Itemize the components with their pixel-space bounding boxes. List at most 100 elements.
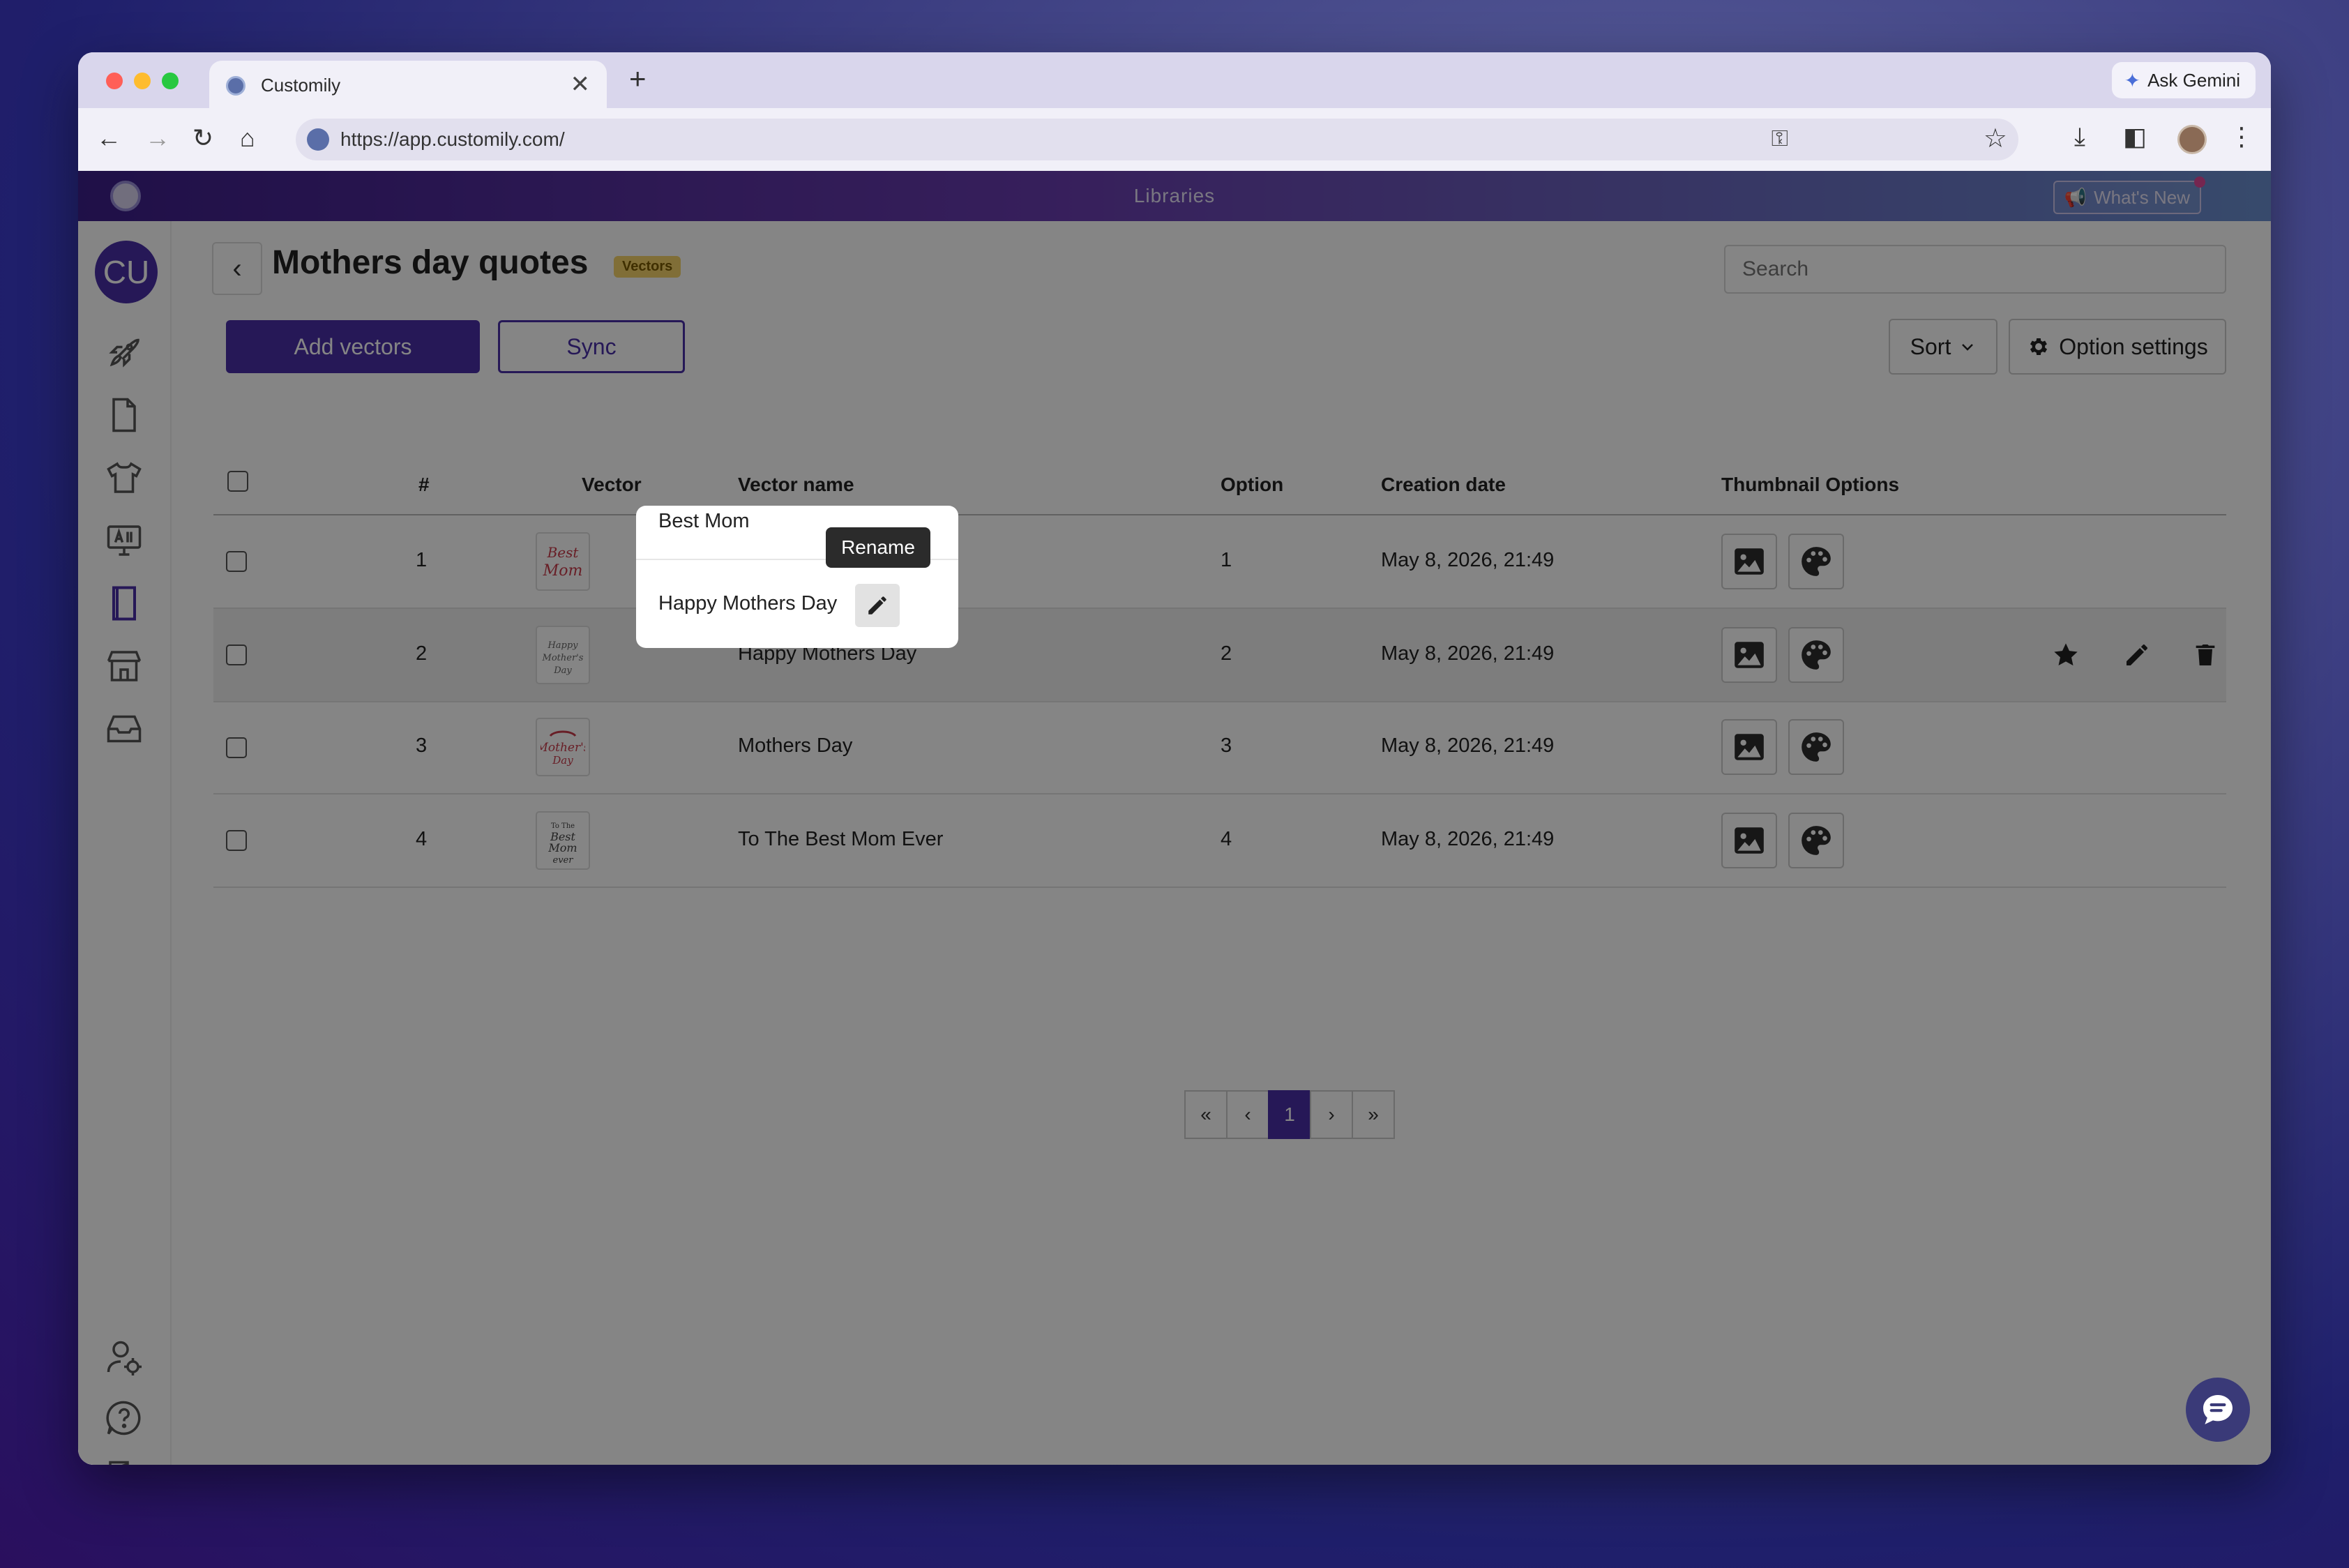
sort-dropdown[interactable]: Sort [1889, 319, 1997, 375]
minimize-window-button[interactable] [134, 73, 151, 89]
creation-date: May 8, 2026, 21:49 [1381, 549, 1555, 571]
book-icon[interactable] [102, 581, 146, 626]
option-settings-button[interactable]: Option settings [2009, 319, 2226, 375]
back-arrow-icon[interactable]: ← [96, 123, 121, 153]
option-value: 1 [1221, 549, 1232, 571]
table-row[interactable]: 1 BestMom Best Mom 1 May 8, 2026, 21:49 [213, 515, 2226, 609]
tshirt-icon[interactable] [102, 455, 146, 500]
image-icon [1735, 827, 1764, 854]
favorite-star-icon[interactable] [2049, 638, 2083, 672]
select-all-checkbox[interactable] [227, 471, 248, 492]
browser-window: Customily ✕ + ✦ Ask Gemini ← → ↻ ⌂ https… [78, 52, 2271, 1465]
table-row[interactable]: 4 To The Best Mom ever To The Best Mom Ever… [213, 794, 2226, 888]
next-page-button[interactable]: › [1310, 1090, 1353, 1139]
chat-widget-button[interactable] [2186, 1378, 2250, 1442]
prev-page-button[interactable]: ‹ [1226, 1090, 1269, 1139]
row-checkbox[interactable] [226, 737, 247, 758]
menu-kebab-icon[interactable]: ⋮ [2229, 122, 2254, 151]
row-checkbox[interactable] [226, 551, 247, 572]
main-content: ‹ Mothers day quotes Vectors Add vectors… [172, 221, 2271, 1465]
palette-icon [1802, 547, 1831, 576]
address-bar[interactable]: https://app.customily.com/ ⚿ ☆ [296, 119, 2018, 160]
profile-avatar[interactable] [2177, 125, 2207, 154]
side-panel-icon[interactable]: ◧ [2123, 122, 2147, 151]
gemini-sparkle-icon: ✦ [2124, 69, 2141, 91]
table-row[interactable]: 2 Happy Mother's Day Happy Mothers Day 2 M… [213, 609, 2226, 702]
row-checkbox[interactable] [226, 644, 247, 665]
site-favicon-icon [226, 76, 246, 96]
thumbnail-color-button[interactable] [1788, 627, 1844, 683]
thumbnail-image-button[interactable] [1721, 534, 1777, 589]
row-checkbox[interactable] [226, 830, 247, 851]
inbox-icon[interactable] [102, 707, 146, 751]
back-button[interactable]: ‹ [212, 242, 262, 295]
user-avatar[interactable]: CU [95, 241, 158, 303]
first-page-button[interactable]: « [1184, 1090, 1228, 1139]
thumbnail-color-button[interactable] [1788, 534, 1844, 589]
delete-trash-icon[interactable] [2189, 638, 2222, 672]
table-row[interactable]: 3 Mother'sDay Mothers Day 3 May 8, 2026,… [213, 702, 2226, 794]
password-key-icon[interactable]: ⚿ [1772, 126, 1788, 152]
tab-close-icon[interactable]: ✕ [571, 70, 591, 98]
image-icon [1735, 548, 1764, 575]
column-header-vector-name: Vector name [738, 474, 854, 495]
bookmark-star-icon[interactable]: ☆ [1984, 123, 2007, 154]
new-tab-button[interactable]: + [629, 62, 647, 96]
image-icon [1735, 734, 1764, 760]
user-settings-icon[interactable] [102, 1336, 146, 1380]
whats-new-label: What's New [2094, 186, 2190, 208]
thumbnail-image-button[interactable] [1721, 627, 1777, 683]
reload-icon[interactable]: ↻ [192, 123, 213, 153]
svg-text:Day: Day [552, 754, 573, 767]
creation-date: May 8, 2026, 21:49 [1381, 642, 1555, 665]
ask-gemini-button[interactable]: ✦ Ask Gemini [2111, 62, 2256, 98]
creation-date: May 8, 2026, 21:49 [1381, 828, 1555, 850]
whats-new-button[interactable]: 📢 What's New [2053, 176, 2205, 214]
pencil-icon [868, 596, 886, 615]
browser-tab[interactable]: Customily ✕ [209, 61, 607, 108]
download-icon[interactable]: ⤓ [2074, 122, 2085, 152]
sort-label: Sort [1910, 333, 1951, 359]
thumbnail-image-button[interactable] [1721, 719, 1777, 775]
vector-thumbnail: To The Best Mom ever [536, 811, 590, 870]
chevron-left-icon: ‹ [232, 252, 242, 284]
thumbnail-color-button[interactable] [1788, 719, 1844, 775]
document-icon[interactable] [102, 393, 146, 437]
column-header-thumbnail-options: Thumbnail Options [1721, 474, 1900, 495]
option-value: 2 [1221, 642, 1232, 665]
sync-button[interactable]: Sync [498, 320, 685, 373]
chat-bubble-icon [2203, 1395, 2233, 1424]
home-icon[interactable]: ⌂ [240, 123, 255, 153]
svg-text:Day: Day [553, 665, 572, 676]
add-vectors-button[interactable]: Add vectors [226, 320, 480, 373]
forward-arrow-icon[interactable]: → [145, 123, 170, 153]
pagination: « ‹ 1 › » [1184, 1090, 1395, 1139]
site-info-icon[interactable] [307, 128, 329, 151]
logout-icon[interactable] [102, 1456, 146, 1465]
svg-text:Mom: Mom [543, 562, 583, 580]
thumbnail-image-button[interactable] [1721, 813, 1777, 868]
store-icon[interactable] [102, 644, 146, 688]
search-input[interactable] [1724, 245, 2226, 294]
vector-name: Mothers Day [738, 734, 853, 757]
option-settings-label: Option settings [2059, 333, 2208, 359]
rocket-icon[interactable] [102, 330, 146, 375]
palette-icon [1802, 732, 1831, 762]
option-value: 3 [1221, 734, 1232, 757]
megaphone-icon: 📢 [2064, 186, 2087, 208]
rename-button[interactable] [855, 584, 900, 627]
column-header-vector: Vector [582, 474, 642, 495]
ask-gemini-label: Ask Gemini [2147, 69, 2240, 91]
chevron-down-icon [1962, 344, 1974, 351]
help-icon[interactable] [102, 1396, 146, 1440]
current-page-button[interactable]: 1 [1268, 1090, 1311, 1139]
vector-preview-image: Happy Mother's Day [542, 640, 584, 676]
maximize-window-button[interactable] [162, 73, 179, 89]
svg-text:ever: ever [553, 855, 574, 866]
last-page-button[interactable]: » [1352, 1090, 1395, 1139]
edit-pencil-icon[interactable] [2120, 638, 2154, 672]
monitor-icon[interactable] [102, 518, 146, 563]
gear-icon [2030, 338, 2048, 356]
close-window-button[interactable] [106, 73, 123, 89]
thumbnail-color-button[interactable] [1788, 813, 1844, 868]
